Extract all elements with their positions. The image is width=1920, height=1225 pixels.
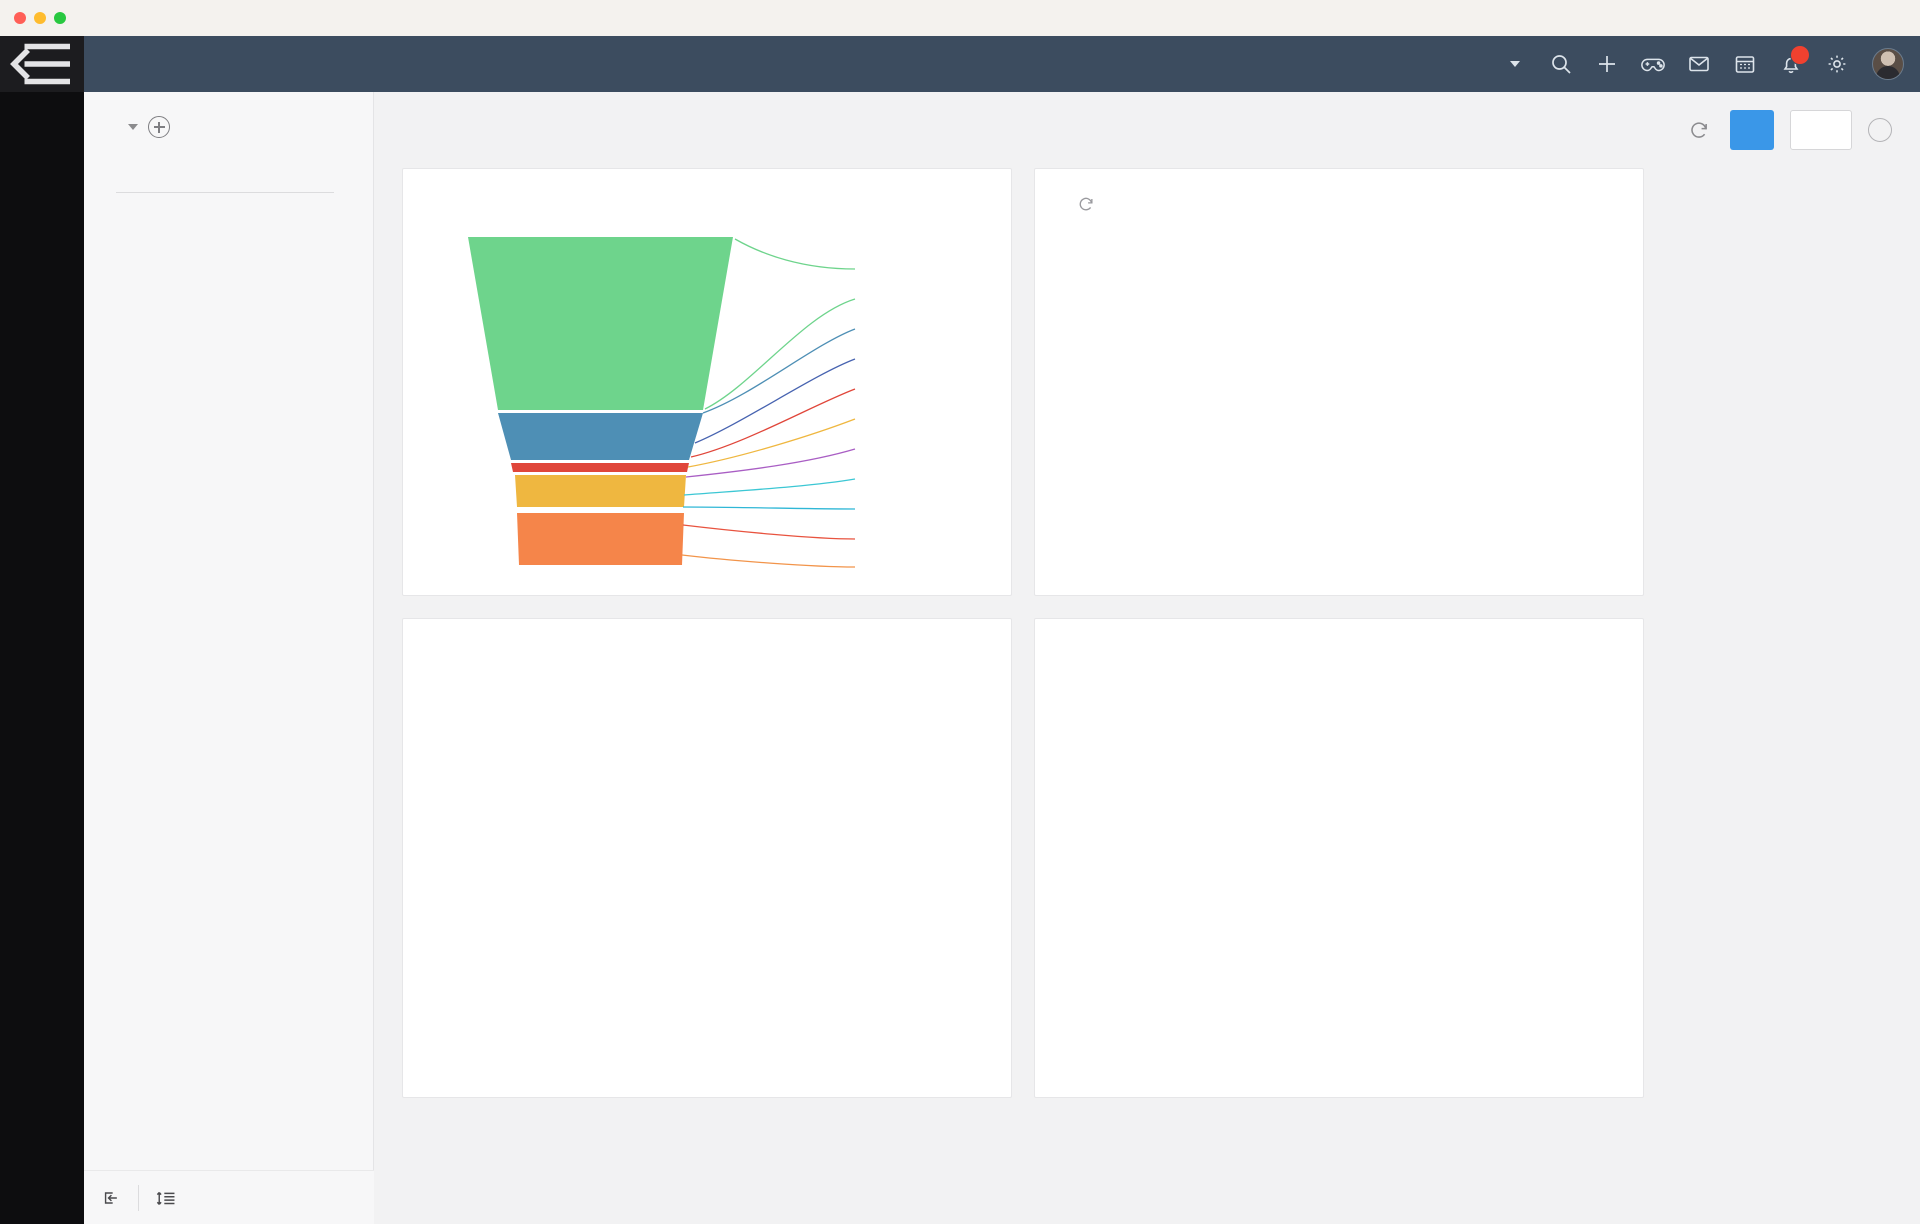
leader-line bbox=[682, 506, 856, 510]
probability-bar-chart[interactable] bbox=[1035, 213, 1644, 588]
collapse-panel-icon bbox=[104, 1191, 117, 1204]
calendar-button[interactable] bbox=[1722, 36, 1768, 92]
funnel-segment-needs-analysis[interactable] bbox=[498, 413, 703, 460]
mail-button[interactable] bbox=[1676, 36, 1722, 92]
sidebar-footer bbox=[84, 1170, 374, 1224]
more-options-button[interactable] bbox=[1790, 110, 1852, 150]
chevron-down-icon bbox=[1510, 61, 1520, 67]
refresh-dashboard-button[interactable] bbox=[1684, 115, 1714, 145]
search-button[interactable] bbox=[1538, 36, 1584, 92]
notification-badge bbox=[1790, 45, 1810, 65]
search-input[interactable] bbox=[116, 160, 334, 193]
mail-icon bbox=[1689, 56, 1709, 72]
search-icon bbox=[1552, 55, 1571, 74]
card-title bbox=[403, 619, 1011, 645]
card-title bbox=[1035, 619, 1643, 645]
nav-right-actions bbox=[1485, 36, 1920, 92]
app-rail bbox=[0, 36, 84, 1224]
calendar-icon bbox=[1735, 56, 1755, 73]
refresh-icon bbox=[1691, 122, 1707, 138]
menu-collapse-button[interactable] bbox=[0, 36, 84, 92]
chevron-down-icon[interactable] bbox=[128, 124, 138, 130]
funnel-segment-closed[interactable] bbox=[517, 513, 684, 565]
notifications-button[interactable] bbox=[1768, 36, 1814, 92]
gamification-icon bbox=[1641, 58, 1665, 72]
sort-list-button[interactable] bbox=[139, 1171, 193, 1225]
content-header bbox=[374, 92, 1920, 168]
leader-line bbox=[702, 328, 856, 414]
funnel-segment-value-group[interactable] bbox=[511, 463, 689, 472]
user-avatar[interactable] bbox=[1872, 48, 1904, 80]
add-icon bbox=[1599, 56, 1615, 72]
add-component-button[interactable] bbox=[1730, 110, 1774, 150]
card-refresh-button[interactable] bbox=[1077, 195, 1095, 213]
add-circle-icon[interactable] bbox=[148, 116, 170, 138]
window-chrome bbox=[0, 0, 1920, 36]
add-button[interactable] bbox=[1584, 36, 1630, 92]
funnel-chart[interactable] bbox=[403, 195, 1012, 570]
refresh-icon bbox=[1079, 197, 1093, 211]
menu-collapse-icon bbox=[10, 43, 70, 85]
deals-by-type-bar-chart[interactable] bbox=[1035, 645, 1644, 1075]
leader-line bbox=[681, 554, 856, 568]
all-tabs-dropdown[interactable] bbox=[1485, 61, 1538, 67]
dashboards-sidebar bbox=[84, 92, 374, 1224]
dashboard-content bbox=[374, 92, 1920, 1224]
funnel-segment-proposal[interactable] bbox=[515, 475, 686, 507]
content-header-actions bbox=[1684, 110, 1892, 150]
leader-line bbox=[704, 298, 856, 410]
card-title bbox=[1035, 169, 1643, 213]
card-pipeline-by-probability bbox=[1034, 168, 1644, 596]
leader-line bbox=[734, 238, 856, 270]
leader-line bbox=[685, 448, 856, 478]
collapse-panel-button[interactable] bbox=[84, 1171, 138, 1225]
top-navigation-bar bbox=[84, 36, 1920, 92]
funnel-segment-qualification[interactable] bbox=[468, 237, 733, 410]
sort-list-icon bbox=[156, 1191, 175, 1205]
dashboards-sidebar-header bbox=[84, 92, 373, 138]
card-pipeline-by-stage bbox=[402, 168, 1012, 596]
leader-line bbox=[682, 524, 856, 540]
dashboard-cards-grid bbox=[374, 168, 1920, 1098]
card-zylker-big-deals bbox=[402, 618, 1012, 1098]
settings-gear-icon bbox=[1828, 55, 1846, 73]
card-title bbox=[403, 169, 1011, 195]
gamification-button[interactable] bbox=[1630, 36, 1676, 92]
card-deals-by-type bbox=[1034, 618, 1644, 1098]
big-deals-pie-chart[interactable] bbox=[403, 645, 1012, 1075]
help-button[interactable] bbox=[1868, 118, 1892, 142]
settings-button[interactable] bbox=[1814, 36, 1860, 92]
leader-line bbox=[683, 478, 856, 496]
